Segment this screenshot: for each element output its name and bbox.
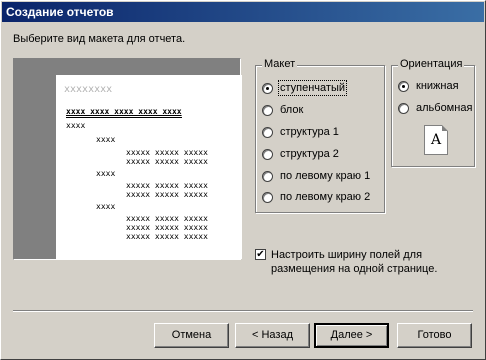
- back-button[interactable]: < Назад: [235, 323, 310, 348]
- preview-group-2: xxxx: [96, 202, 116, 211]
- preview-detail: xxxxx xxxxx xxxxx: [126, 190, 208, 199]
- layout-groupbox: Макет ступенчатый блок структура 1 струк…: [255, 58, 385, 213]
- cancel-button[interactable]: Отмена: [154, 323, 229, 348]
- fit-width-checkbox[interactable]: ✔: [255, 249, 266, 260]
- radio-stepped[interactable]: ступенчатый: [262, 80, 348, 96]
- preview-detail: xxxxx xxxxx xxxxx: [126, 157, 208, 166]
- report-wizard-window: Создание отчетов Выберите вид макета для…: [0, 0, 486, 360]
- radio-outline-1[interactable]: структура 1: [262, 124, 339, 140]
- radio-dot[interactable]: [398, 102, 409, 114]
- preview-group-1: xxxx: [66, 121, 86, 130]
- radio-landscape[interactable]: альбомная: [398, 100, 472, 116]
- next-button[interactable]: Далее >: [314, 323, 389, 348]
- layout-legend: Макет: [262, 58, 298, 70]
- radio-dot[interactable]: [262, 148, 273, 160]
- fit-width-label[interactable]: Настроить ширину полей для размещения на…: [271, 248, 461, 276]
- radio-dot[interactable]: [262, 191, 273, 203]
- window-title: Создание отчетов: [2, 2, 484, 22]
- radio-align-left-2[interactable]: по левому краю 2: [262, 189, 370, 205]
- radio-dot-selected[interactable]: [262, 82, 273, 94]
- radio-dot[interactable]: [262, 126, 273, 138]
- finish-button[interactable]: Готово: [397, 323, 472, 348]
- preview-detail: xxxxx xxxxx xxxxx: [126, 148, 208, 157]
- radio-portrait[interactable]: книжная: [398, 78, 459, 94]
- orientation-legend: Ориентация: [398, 58, 465, 70]
- preview-header-row: xxxx xxxx xxxx xxxx xxxx: [66, 107, 182, 118]
- radio-align-left-1[interactable]: по левому краю 1: [262, 168, 370, 184]
- radio-dot[interactable]: [262, 104, 273, 116]
- preview-group-2: xxxx: [96, 169, 116, 178]
- radio-block[interactable]: блок: [262, 102, 303, 118]
- preview-group-2: xxxx: [96, 135, 116, 144]
- preview-detail: xxxxx xxxxx xxxxx: [126, 214, 208, 223]
- radio-dot-selected[interactable]: [398, 80, 409, 92]
- separator: [13, 310, 473, 312]
- preview-detail: xxxxx xxxxx xxxxx: [126, 181, 208, 190]
- preview-page: xxxxxxxx xxxx xxxx xxxx xxxx xxxx xxxx x…: [56, 75, 242, 259]
- preview-detail: xxxxx xxxxx xxxxx: [126, 223, 208, 232]
- prompt-text: Выберите вид макета для отчета.: [13, 33, 186, 45]
- radio-outline-2[interactable]: структура 2: [262, 146, 339, 162]
- radio-dot[interactable]: [262, 170, 273, 182]
- preview-title: xxxxxxxx: [64, 84, 113, 95]
- preview-detail: xxxxx xxxxx xxxxx: [126, 232, 208, 241]
- portrait-page-icon: A: [424, 125, 448, 155]
- layout-preview: xxxxxxxx xxxx xxxx xxxx xxxx xxxx xxxx x…: [13, 58, 242, 260]
